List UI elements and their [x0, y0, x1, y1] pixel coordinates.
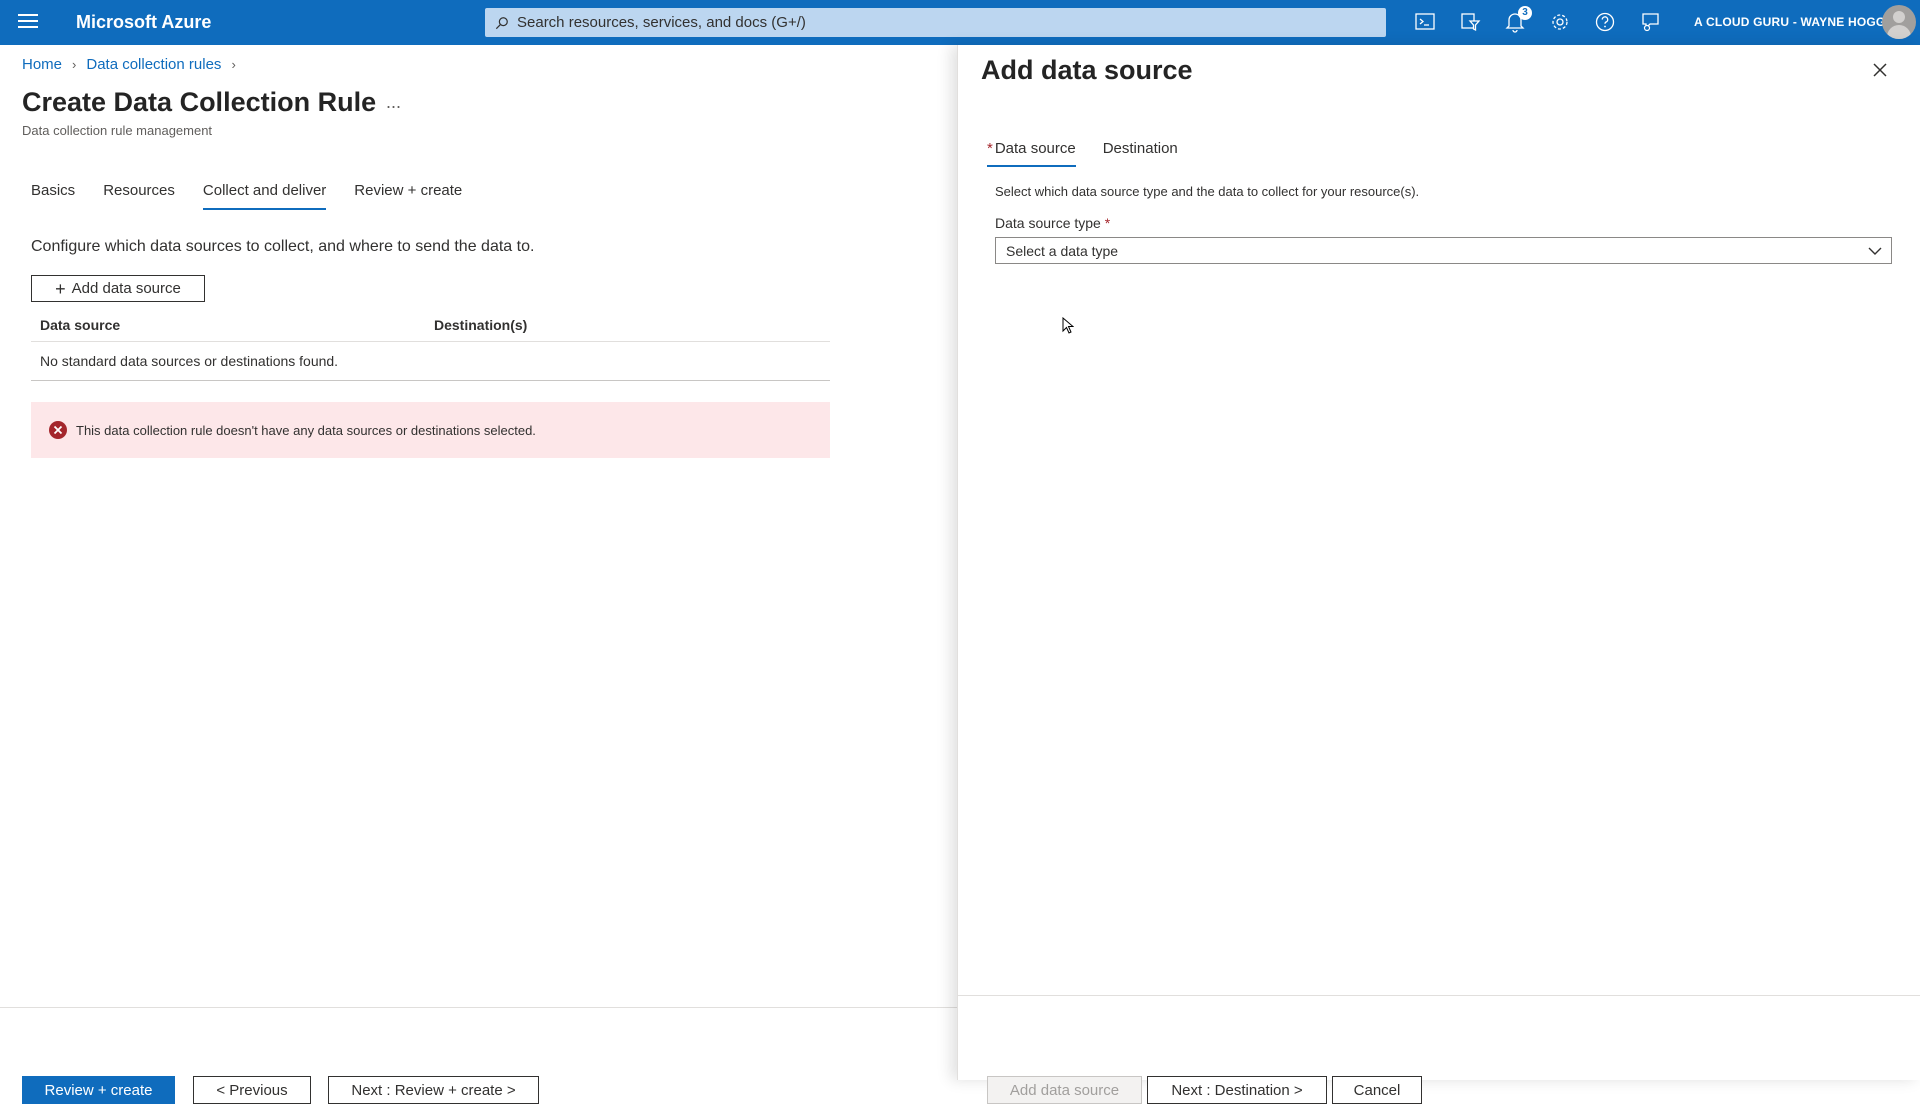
- tab-review-create[interactable]: Review + create: [354, 182, 462, 210]
- previous-button[interactable]: < Previous: [193, 1076, 311, 1104]
- directory-filter-icon[interactable]: [1459, 11, 1483, 35]
- table-header: Data source Destination(s): [31, 309, 830, 342]
- breadcrumb-data-collection-rules[interactable]: Data collection rules: [86, 56, 221, 73]
- column-header-destinations: Destination(s): [434, 317, 528, 333]
- blade-title: Add data source: [981, 55, 1193, 85]
- tab-data-source[interactable]: * Data source: [987, 140, 1076, 167]
- notification-badge: 3: [1518, 6, 1532, 20]
- next-review-create-button[interactable]: Next : Review + create >: [328, 1076, 539, 1104]
- data-source-type-label: Data source type *: [995, 215, 1112, 231]
- menu-icon[interactable]: [16, 10, 40, 34]
- tab-destination[interactable]: Destination: [1103, 140, 1178, 167]
- breadcrumb: Home › Data collection rules ›: [22, 56, 246, 73]
- more-options-icon[interactable]: ...: [386, 92, 401, 113]
- notifications-icon[interactable]: 3: [1504, 6, 1532, 35]
- settings-icon[interactable]: [1549, 11, 1573, 35]
- required-asterisk: *: [987, 140, 993, 157]
- feedback-icon[interactable]: [1639, 11, 1663, 35]
- table-empty-row: No standard data sources or destinations…: [31, 342, 830, 381]
- next-destination-button[interactable]: Next : Destination >: [1147, 1076, 1327, 1104]
- search-icon: [495, 16, 508, 29]
- error-icon: [49, 421, 67, 439]
- error-message-text: This data collection rule doesn't have a…: [76, 422, 536, 438]
- data-source-type-label-text: Data source type: [995, 215, 1101, 231]
- chevron-down-icon: [1868, 247, 1882, 255]
- configure-description: Configure which data sources to collect,…: [31, 238, 535, 255]
- help-icon[interactable]: [1594, 11, 1618, 35]
- add-data-source-button[interactable]: + Add data source: [31, 275, 205, 302]
- error-message-bar: This data collection rule doesn't have a…: [31, 402, 830, 458]
- plus-icon: +: [55, 278, 66, 299]
- dropdown-placeholder: Select a data type: [1006, 242, 1119, 259]
- cancel-button[interactable]: Cancel: [1332, 1076, 1422, 1104]
- main-page: Home › Data collection rules › Create Da…: [0, 45, 957, 1104]
- tab-basics[interactable]: Basics: [31, 182, 75, 210]
- breadcrumb-home[interactable]: Home: [22, 56, 62, 73]
- avatar[interactable]: [1882, 5, 1916, 39]
- search-placeholder: Search resources, services, and docs (G+…: [517, 14, 806, 31]
- page-title: Create Data Collection Rule: [22, 87, 377, 117]
- close-icon[interactable]: [1871, 61, 1891, 81]
- page-footer: Review + create < Previous Next : Review…: [0, 1007, 957, 1104]
- add-data-source-submit-button[interactable]: Add data source: [987, 1076, 1142, 1104]
- search-input[interactable]: Search resources, services, and docs (G+…: [485, 8, 1386, 37]
- data-source-type-dropdown[interactable]: Select a data type: [995, 237, 1892, 264]
- chevron-right-icon: ›: [72, 57, 77, 72]
- top-bar: Microsoft Azure Search resources, servic…: [0, 0, 1920, 45]
- account-name[interactable]: A CLOUD GURU - WAYNE HOGG...: [1694, 15, 1896, 29]
- review-create-button[interactable]: Review + create: [22, 1076, 175, 1104]
- data-sources-table: Data source Destination(s) No standard d…: [31, 309, 830, 381]
- column-header-data-source: Data source: [40, 317, 121, 333]
- tab-resources[interactable]: Resources: [103, 182, 175, 210]
- cloud-shell-icon[interactable]: [1414, 11, 1438, 35]
- add-data-source-label: Add data source: [71, 280, 181, 297]
- tab-collect-and-deliver[interactable]: Collect and deliver: [202, 182, 327, 210]
- required-asterisk: *: [1104, 215, 1111, 231]
- add-data-source-blade: Add data source * Data source Destination…: [957, 45, 1920, 1104]
- mouse-cursor-icon: [1062, 317, 1074, 334]
- chevron-right-icon: ›: [231, 57, 236, 72]
- tab-data-source-label: Data source: [994, 140, 1076, 157]
- blade-footer: Add data source Next : Destination > Can…: [958, 995, 1920, 1104]
- blade-tabs: * Data source Destination: [987, 140, 1205, 167]
- wizard-tabs: Basics Resources Collect and deliver Rev…: [31, 182, 490, 210]
- page-subtitle: Data collection rule management: [22, 123, 213, 138]
- blade-description: Select which data source type and the da…: [995, 184, 1420, 199]
- brand-title[interactable]: Microsoft Azure: [76, 12, 211, 33]
